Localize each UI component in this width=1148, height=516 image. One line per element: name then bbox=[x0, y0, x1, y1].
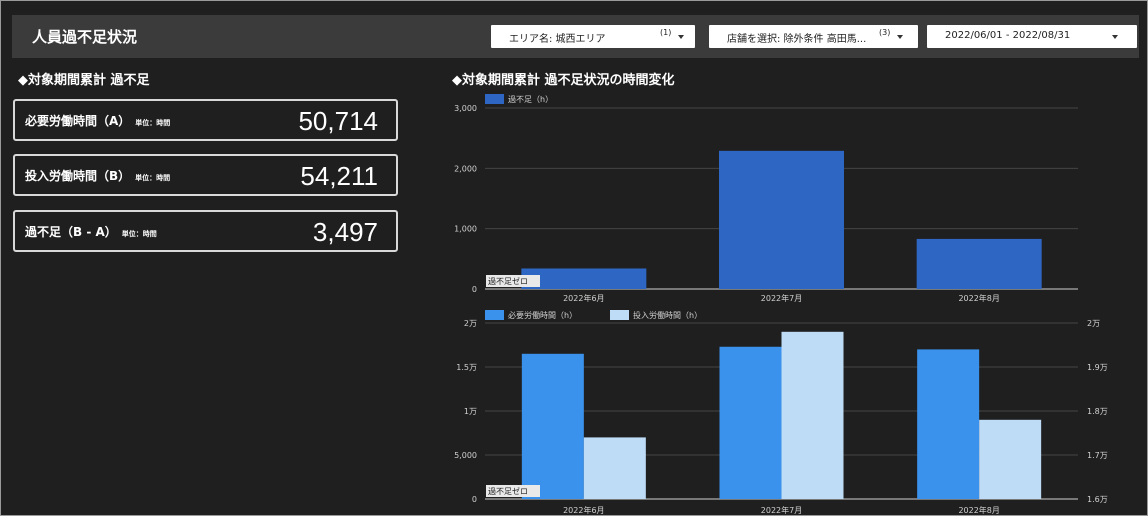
y2-tick-label: 1.8万 bbox=[1087, 407, 1108, 416]
bar-input-hours bbox=[979, 419, 1042, 499]
y2-tick-label: 2万 bbox=[1087, 319, 1100, 328]
legend-swatch bbox=[485, 310, 504, 320]
y2-tick-label: 1.6万 bbox=[1087, 495, 1108, 504]
x-tick-label: 2022年6月 bbox=[563, 505, 604, 515]
y-tick-label: 0 bbox=[472, 495, 477, 504]
legend-label: 投入労働時間（h） bbox=[633, 310, 702, 320]
legend-label: 必要労働時間（h） bbox=[508, 310, 577, 320]
x-tick-label: 2022年8月 bbox=[958, 505, 999, 515]
dashboard: 人員過不足状況 エリア名: 城西エリア (1) 店舗を選択: 除外条件 高田馬.… bbox=[0, 0, 1148, 516]
y-tick-label: 2万 bbox=[464, 319, 477, 328]
y-tick-label: 1万 bbox=[464, 407, 477, 416]
bar-required-hours bbox=[521, 353, 584, 499]
y2-tick-label: 1.9万 bbox=[1087, 363, 1108, 372]
y-tick-label: 1.5万 bbox=[456, 363, 477, 372]
y2-tick-label: 1.7万 bbox=[1087, 451, 1108, 460]
reference-line-label: 過不足ゼロ bbox=[488, 486, 528, 496]
x-tick-label: 2022年7月 bbox=[761, 505, 802, 515]
bar-required-hours bbox=[917, 349, 980, 499]
bar-input-hours bbox=[781, 331, 844, 499]
bar-required-hours bbox=[719, 346, 782, 499]
hours-chart: 0 1.6万 5,000 1.7万 1万 1.8万 1.5万 1.9万 2万 2万 2022年6月 2… bbox=[454, 310, 1108, 515]
y-tick-label: 5,000 bbox=[454, 451, 477, 460]
bar-input-hours bbox=[583, 437, 646, 499]
legend-swatch bbox=[610, 310, 629, 320]
